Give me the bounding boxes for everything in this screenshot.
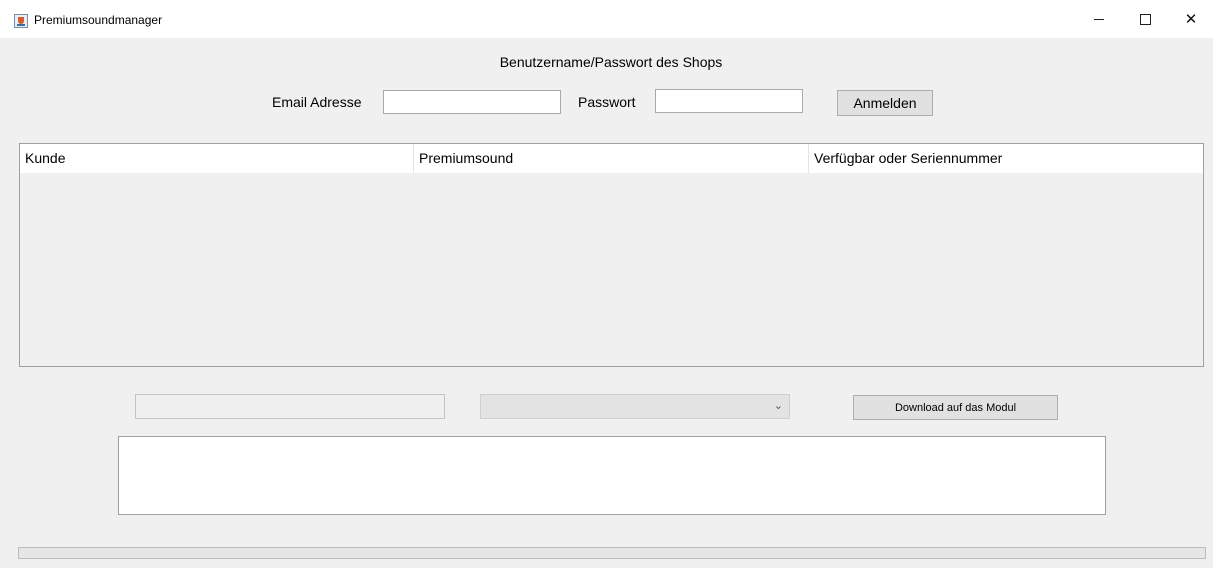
close-icon: ✕ bbox=[1184, 10, 1198, 28]
window-title: Premiumsoundmanager bbox=[34, 13, 163, 27]
password-label: Passwort bbox=[578, 94, 636, 110]
password-field[interactable] bbox=[655, 89, 803, 113]
column-header-kunde[interactable]: Kunde bbox=[20, 144, 414, 173]
maximize-icon bbox=[1139, 13, 1151, 25]
column-header-premiumsound[interactable]: Premiumsound bbox=[414, 144, 809, 173]
progress-bar bbox=[18, 547, 1206, 559]
purchases-table[interactable]: Kunde Premiumsound Verfügbar oder Serien… bbox=[19, 143, 1204, 367]
title-bar: Premiumsoundmanager ✕ bbox=[0, 0, 1213, 38]
chevron-down-icon: ⌄ bbox=[773, 400, 783, 412]
email-label: Email Adresse bbox=[272, 94, 362, 110]
minimize-icon bbox=[1094, 18, 1104, 20]
email-field[interactable] bbox=[383, 90, 561, 114]
minimize-button[interactable] bbox=[1076, 0, 1122, 38]
maximize-button[interactable] bbox=[1122, 0, 1168, 38]
close-button[interactable]: ✕ bbox=[1168, 0, 1213, 38]
log-text-area[interactable] bbox=[118, 436, 1106, 515]
login-button[interactable]: Anmelden bbox=[837, 90, 933, 116]
shop-credentials-heading: Benutzername/Passwort des Shops bbox=[499, 54, 723, 70]
serial-number-field[interactable] bbox=[135, 394, 445, 419]
module-select[interactable]: ⌄ bbox=[480, 394, 790, 419]
table-header: Kunde Premiumsound Verfügbar oder Serien… bbox=[20, 144, 1203, 173]
download-to-module-button[interactable]: Download auf das Modul bbox=[853, 395, 1058, 420]
java-cup-icon bbox=[14, 14, 28, 28]
column-header-availability[interactable]: Verfügbar oder Seriennummer bbox=[809, 144, 1203, 173]
